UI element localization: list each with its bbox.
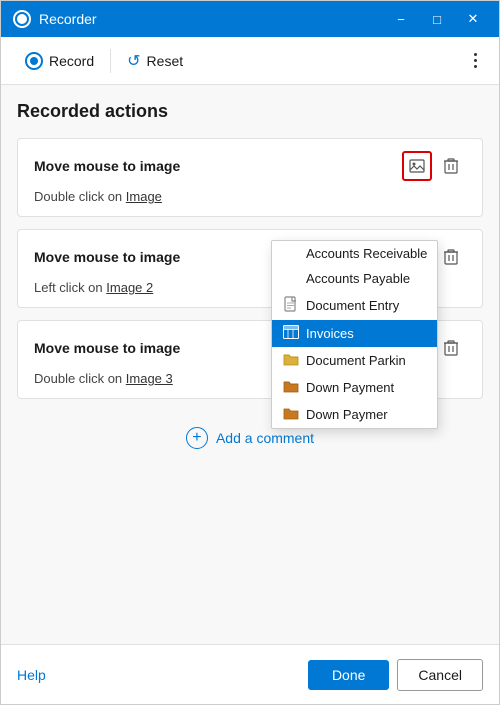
dropdown-item-down-payment-2[interactable]: Down Paymer (272, 401, 437, 428)
card-1-title: Move mouse to image (34, 158, 180, 174)
more-dot-3 (474, 65, 477, 68)
dropdown-item-down-payment[interactable]: Down Payment (272, 374, 437, 401)
dropdown-item-document-parking[interactable]: Document Parkin (272, 347, 437, 374)
reset-button[interactable]: ↺ Reset (119, 47, 191, 75)
folder-svg-2 (283, 379, 299, 393)
minimize-button[interactable]: − (387, 5, 415, 33)
toolbar-separator (110, 49, 111, 73)
footer: Help Done Cancel (1, 644, 499, 704)
card-1-link[interactable]: Image (126, 189, 162, 204)
table-svg (283, 325, 299, 339)
plus-circle-icon: + (186, 427, 208, 449)
card-1-delete-button[interactable] (436, 151, 466, 181)
image-icon-1 (409, 159, 425, 173)
record-icon (25, 52, 43, 70)
window-controls: − □ ✕ (387, 5, 487, 33)
trash-icon-2 (444, 249, 458, 265)
dropdown-label-down-payment-2: Down Paymer (306, 407, 388, 422)
reset-label: Reset (147, 53, 184, 69)
dropdown-label-document-parking: Document Parkin (306, 353, 406, 368)
dropdown-icon-down-payment (282, 379, 300, 396)
toolbar: Record ↺ Reset (1, 37, 499, 85)
section-title: Recorded actions (17, 101, 483, 122)
close-button[interactable]: ✕ (459, 5, 487, 33)
dropdown-icon-document-parking (282, 352, 300, 369)
card-1-image-button[interactable] (402, 151, 432, 181)
reset-icon: ↺ (127, 51, 140, 71)
add-comment-label: Add a comment (216, 430, 314, 446)
dropdown-icon-invoices (282, 325, 300, 342)
dropdown-item-document-entry[interactable]: Document Entry (272, 291, 437, 320)
action-card-1: Move mouse to image (17, 138, 483, 217)
dropdown-label-invoices: Invoices (306, 326, 354, 341)
card-3-delete-button[interactable] (436, 333, 466, 363)
more-options-button[interactable] (468, 47, 483, 74)
record-label: Record (49, 53, 94, 69)
folder-svg-3 (283, 406, 299, 420)
recorder-window: Recorder − □ ✕ Record ↺ Reset Recorded a… (0, 0, 500, 705)
dropdown-icon-document-entry (282, 296, 300, 315)
dropdown-label-document-entry: Document Entry (306, 298, 399, 313)
trash-icon-1 (444, 158, 458, 174)
card-2-link[interactable]: Image 2 (106, 280, 153, 295)
done-button[interactable]: Done (308, 660, 389, 690)
dropdown-label-accounts-receivable: Accounts Receivable (306, 246, 427, 261)
card-1-actions (402, 151, 466, 181)
title-bar: Recorder − □ ✕ (1, 1, 499, 37)
dropdown-item-invoices[interactable]: Invoices (272, 320, 437, 347)
maximize-button[interactable]: □ (423, 5, 451, 33)
trash-icon-3 (444, 340, 458, 356)
cancel-button[interactable]: Cancel (397, 659, 483, 691)
more-dot-2 (474, 59, 477, 62)
dropdown-label-accounts-payable: Accounts Payable (306, 271, 410, 286)
dropdown-icon-down-payment-2 (282, 406, 300, 423)
folder-svg-1 (283, 352, 299, 366)
more-dot-1 (474, 53, 477, 56)
help-link[interactable]: Help (17, 667, 46, 683)
card-1-header: Move mouse to image (34, 151, 466, 181)
record-dot-inner (30, 57, 38, 65)
dropdown-item-accounts-payable[interactable]: Accounts Payable (272, 266, 437, 291)
main-content: Recorded actions Move mouse to image (1, 85, 499, 644)
record-button[interactable]: Record (17, 48, 102, 74)
card-3-title: Move mouse to image (34, 340, 180, 356)
doc-svg (284, 296, 298, 312)
card-1-detail: Double click on Image (34, 189, 466, 204)
app-icon (13, 10, 31, 28)
card-2-delete-button[interactable] (436, 242, 466, 272)
dropdown-popup: Accounts Receivable Accounts Payable Doc… (271, 240, 438, 429)
dropdown-item-accounts-receivable[interactable]: Accounts Receivable (272, 241, 437, 266)
window-title: Recorder (39, 11, 387, 27)
card-2-title: Move mouse to image (34, 249, 180, 265)
card-3-link[interactable]: Image 3 (126, 371, 173, 386)
dropdown-label-down-payment: Down Payment (306, 380, 394, 395)
